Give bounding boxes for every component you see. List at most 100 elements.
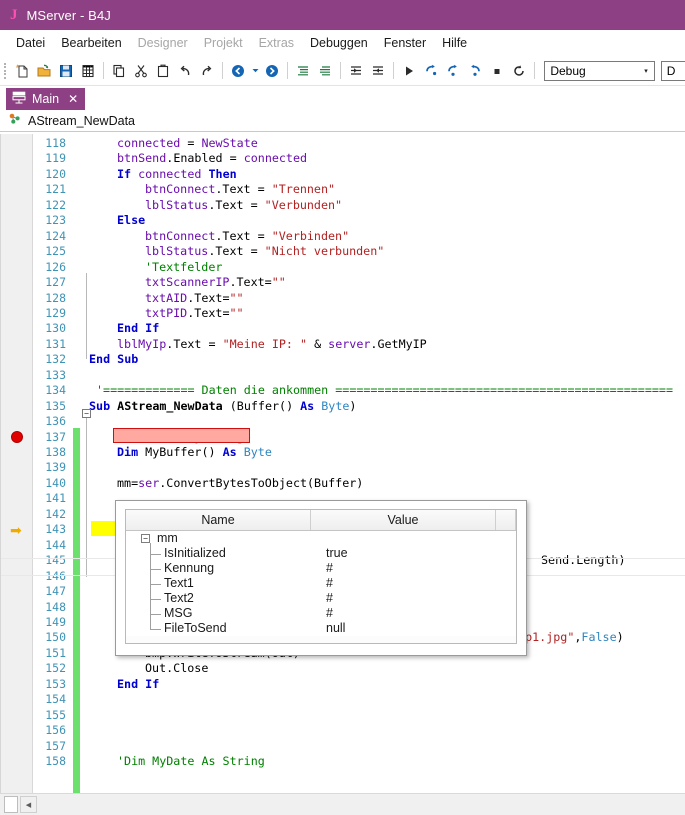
- title-bar: J MServer - B4J: [0, 0, 685, 30]
- code-line[interactable]: End If: [89, 321, 159, 335]
- code-line[interactable]: Out.Close: [89, 661, 208, 675]
- redo-icon[interactable]: [196, 60, 218, 82]
- line-number: 150: [45, 630, 66, 644]
- code-line[interactable]: End Sub: [89, 352, 138, 366]
- watch-row[interactable]: FileToSendnull: [126, 621, 516, 636]
- line-number: 144: [45, 538, 66, 552]
- expander-toggle-icon[interactable]: −: [141, 534, 150, 543]
- watch-row[interactable]: IsInitializedtrue: [126, 546, 516, 561]
- line-number: 134: [45, 383, 66, 397]
- code-line[interactable]: btnSend.Enabled = connected: [89, 151, 307, 165]
- toolbar-separator: [103, 62, 104, 79]
- debug-watch-popup[interactable]: Name Value −mmIsInitializedtrueKennung#T…: [115, 500, 527, 656]
- breakpoint-marker[interactable]: [11, 431, 23, 443]
- line-number: 129: [45, 306, 66, 320]
- column-header-name[interactable]: Name: [126, 510, 311, 530]
- menu-item-extras[interactable]: Extras: [251, 36, 302, 50]
- save-icon[interactable]: [55, 60, 77, 82]
- code-line[interactable]: Sub AStream_NewData (Buffer() As Byte): [89, 399, 356, 413]
- code-line[interactable]: txtScannerIP.Text="": [89, 275, 286, 289]
- code-line[interactable]: btnConnect.Text = "Verbinden": [89, 229, 349, 243]
- run-icon[interactable]: [398, 60, 420, 82]
- tab-main[interactable]: Main ✕: [6, 88, 85, 110]
- forward-icon[interactable]: [261, 60, 283, 82]
- paste-icon[interactable]: [152, 60, 174, 82]
- line-number: 121: [45, 182, 66, 196]
- scroll-left-button[interactable]: ◀: [20, 796, 37, 813]
- tab-label: Main: [32, 92, 59, 106]
- open-folder-icon[interactable]: [33, 60, 55, 82]
- line-number: 148: [45, 600, 66, 614]
- watch-row[interactable]: MSG#: [126, 606, 516, 621]
- menu-item-fenster[interactable]: Fenster: [376, 36, 434, 50]
- watch-row[interactable]: Text2#: [126, 591, 516, 606]
- toolbar-separator: [222, 62, 223, 79]
- code-line[interactable]: mm=ser.ConvertBytesToObject(Buffer): [89, 476, 363, 490]
- code-line[interactable]: connected = NewState: [89, 136, 258, 150]
- toolbar-separator: [393, 62, 394, 79]
- step-over-icon[interactable]: [442, 60, 464, 82]
- menu-item-projekt[interactable]: Projekt: [196, 36, 251, 50]
- code-line[interactable]: 'Dim MyDate As String: [89, 754, 265, 768]
- step-out-icon[interactable]: [464, 60, 486, 82]
- stop-icon[interactable]: [486, 60, 508, 82]
- watch-row[interactable]: Kennung#: [126, 561, 516, 576]
- line-number: 125: [45, 244, 66, 258]
- back-dropdown-icon[interactable]: [249, 60, 261, 82]
- code-line[interactable]: lblStatus.Text = "Verbunden": [89, 198, 342, 212]
- code-line[interactable]: Dim MyBuffer() As Byte: [89, 445, 272, 459]
- code-line[interactable]: txtAID.Text="": [89, 291, 244, 305]
- line-number: 154: [45, 692, 66, 706]
- syntax-error-highlight: [113, 428, 250, 443]
- watch-root-row[interactable]: −mm: [126, 531, 516, 546]
- restart-icon[interactable]: [508, 60, 530, 82]
- outdent-icon[interactable]: [367, 60, 389, 82]
- code-line[interactable]: lblMyIp.Text = "Meine IP: " & server.Get…: [89, 337, 427, 351]
- horizontal-scrollbar[interactable]: ◀: [0, 793, 685, 815]
- watch-row[interactable]: Text1#: [126, 576, 516, 591]
- close-icon[interactable]: ✕: [68, 92, 78, 106]
- tree-connector: [150, 554, 161, 555]
- breakpoint-gutter[interactable]: [1, 134, 33, 793]
- code-line[interactable]: '============= Daten die ankommen ======…: [89, 383, 673, 397]
- menu-item-datei[interactable]: Datei: [8, 36, 53, 50]
- build-mode-select[interactable]: Debug ▾: [544, 61, 654, 81]
- step-into-icon[interactable]: [420, 60, 442, 82]
- watch-value: null: [326, 621, 345, 635]
- menu-bar: Datei Bearbeiten Designer Projekt Extras…: [0, 30, 685, 56]
- menu-item-bearbeiten[interactable]: Bearbeiten: [53, 36, 129, 50]
- secondary-select[interactable]: D: [661, 61, 685, 81]
- code-line[interactable]: End If: [89, 677, 159, 691]
- code-text-area[interactable]: connected = NewStatebtnSend.Enabled = co…: [79, 134, 685, 793]
- toolbar-separator: [340, 62, 341, 79]
- column-header-value[interactable]: Value: [311, 510, 496, 530]
- menu-item-hilfe[interactable]: Hilfe: [434, 36, 475, 50]
- code-line[interactable]: txtPID.Text="": [89, 306, 244, 320]
- line-number: 142: [45, 507, 66, 521]
- fold-toggle-135[interactable]: −: [82, 409, 91, 418]
- scrollbar-thumb[interactable]: [4, 796, 18, 813]
- code-line[interactable]: btnConnect.Text = "Trennen": [89, 182, 335, 196]
- back-icon[interactable]: [227, 60, 249, 82]
- code-line[interactable]: Else: [89, 213, 145, 227]
- undo-icon[interactable]: [174, 60, 196, 82]
- code-line[interactable]: lblStatus.Text = "Nicht verbunden": [89, 244, 384, 258]
- code-line[interactable]: If connected Then: [89, 167, 237, 181]
- code-editor[interactable]: 1181191201211221231241251261271281291301…: [0, 134, 685, 793]
- new-file-icon[interactable]: [11, 60, 33, 82]
- toolbar-grip[interactable]: [4, 63, 9, 79]
- method-icon: [8, 112, 22, 130]
- menu-item-debuggen[interactable]: Debuggen: [302, 36, 376, 50]
- outdent-block-icon[interactable]: [314, 60, 336, 82]
- line-number: 139: [45, 460, 66, 474]
- save-all-icon[interactable]: [77, 60, 99, 82]
- cut-icon[interactable]: [130, 60, 152, 82]
- watch-value: #: [326, 591, 333, 605]
- indent-icon[interactable]: [345, 60, 367, 82]
- code-line[interactable]: 'Textfelder: [89, 260, 222, 274]
- indent-block-icon[interactable]: [292, 60, 314, 82]
- menu-item-designer[interactable]: Designer: [130, 36, 196, 50]
- copy-icon[interactable]: [108, 60, 130, 82]
- line-number: 137: [45, 430, 66, 444]
- column-header-extra[interactable]: [496, 510, 516, 530]
